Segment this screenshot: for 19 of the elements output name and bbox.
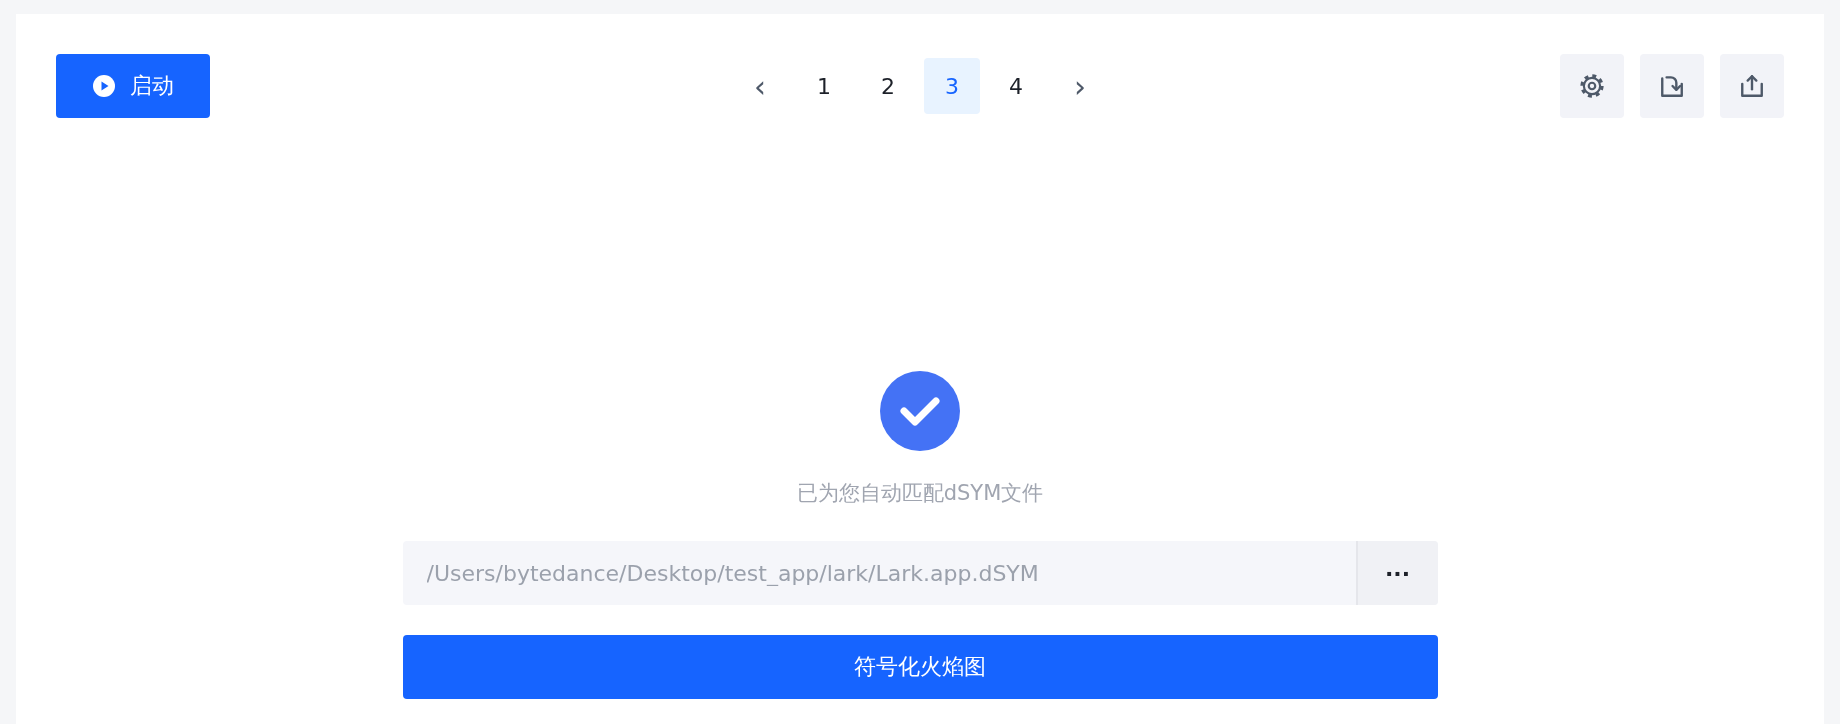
page-button[interactable]: 1	[796, 58, 852, 114]
play-icon	[92, 74, 116, 98]
settings-icon	[1579, 73, 1605, 99]
status-message: 已为您自动匹配dSYM文件	[796, 480, 1044, 507]
share-button[interactable]	[1720, 54, 1784, 118]
success-check-icon	[880, 371, 960, 451]
import-tray-icon	[1659, 73, 1685, 99]
import-button[interactable]	[1640, 54, 1704, 118]
settings-button[interactable]	[1560, 54, 1624, 118]
next-page-button[interactable]: ›	[1052, 58, 1108, 114]
page-button[interactable]: 3	[924, 58, 980, 114]
symbolicate-button[interactable]: 符号化火焰图	[402, 635, 1438, 699]
page-button[interactable]: 4	[988, 58, 1044, 114]
start-button[interactable]: 启动	[56, 54, 210, 118]
previous-page-button[interactable]: ‹	[732, 58, 788, 114]
upload-icon	[1739, 73, 1765, 99]
page-button[interactable]: 2	[860, 58, 916, 114]
path-field[interactable]: /Users/bytedance/Desktop/test_app/lark/Lark.app.dSYM ···	[402, 541, 1438, 605]
browse-button[interactable]: ···	[1355, 541, 1438, 605]
